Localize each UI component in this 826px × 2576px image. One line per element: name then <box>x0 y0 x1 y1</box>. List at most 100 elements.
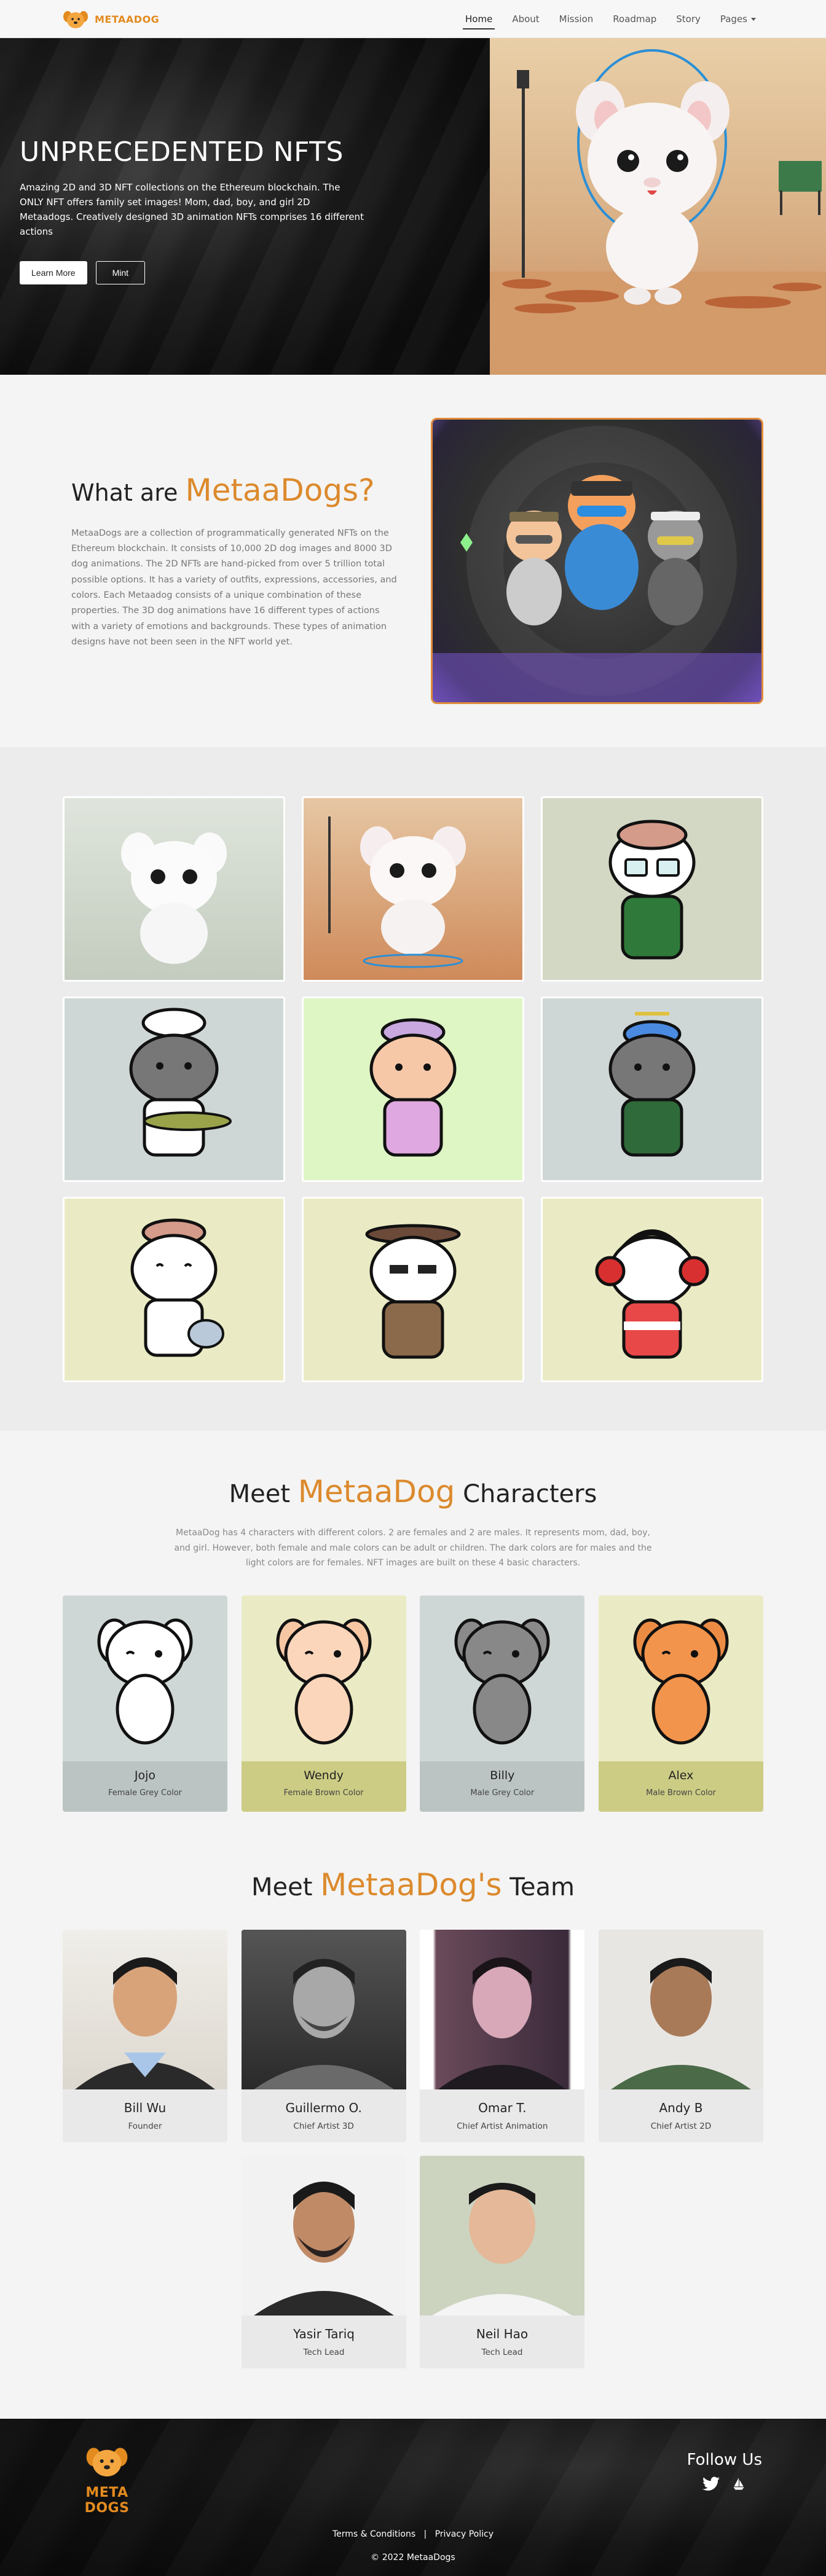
member-role: Tech Lead <box>481 2347 523 2357</box>
nft-2d-dog-glasses-image <box>608 820 696 960</box>
character-subtitle: Male Brown Color <box>646 1788 716 1798</box>
member-name: Omar T. <box>478 2100 527 2115</box>
team-title-prefix: Meet <box>251 1873 313 1901</box>
billy-dog-illustration <box>454 1618 550 1744</box>
member-photo <box>420 1930 585 2089</box>
member-role: Chief Artist 3D <box>293 2121 354 2131</box>
characters-title: Meet MetaaDog Characters <box>0 1474 826 1509</box>
terms-link[interactable]: Terms & Conditions <box>332 2529 415 2539</box>
character-name: Billy <box>490 1768 515 1782</box>
nft-tile[interactable] <box>541 996 763 1182</box>
main-nav: Home About Mission Roadmap Story Pages <box>458 2 763 36</box>
what-are-title: What are MetaaDogs? <box>71 472 404 509</box>
nft-tile[interactable] <box>302 796 524 982</box>
member-role: Chief Artist 2D <box>650 2121 712 2131</box>
character-info: Wendy Female Brown Color <box>241 1761 406 1812</box>
hero-3d-dog-illustration <box>490 49 826 375</box>
nav-story[interactable]: Story <box>669 2 708 36</box>
brand-name: METAADOG <box>95 13 160 25</box>
footer-logo[interactable]: META DOGS <box>64 2443 150 2516</box>
nft-tile[interactable] <box>541 796 763 982</box>
nft-3d-dog-white-image <box>121 832 227 964</box>
team-member-card[interactable]: Neil Hao Tech Lead <box>420 2156 584 2368</box>
nav-pages-dropdown[interactable]: Pages <box>713 2 763 36</box>
hero-content: UNPRECEDENTED NFTS Amazing 2D and 3D NFT… <box>20 136 364 284</box>
characters-grid: Jojo Female Grey Color Wendy Female Brow… <box>63 1595 763 1812</box>
nav-roadmap[interactable]: Roadmap <box>605 2 664 36</box>
characters-title-suffix: Characters <box>463 1480 597 1508</box>
jojo-dog-illustration <box>97 1618 193 1744</box>
nft-2d-dog-chef-image <box>129 1008 232 1157</box>
character-card[interactable]: Jojo Female Grey Color <box>63 1595 227 1812</box>
navbar: METAADOG Home About Mission Roadmap Stor… <box>0 0 826 38</box>
character-subtitle: Female Grey Color <box>108 1788 183 1798</box>
member-name: Yasir Tariq <box>293 2327 355 2341</box>
nft-2d-dog-headphones-image <box>595 1229 709 1359</box>
character-card[interactable]: Billy Male Grey Color <box>420 1595 585 1812</box>
character-image <box>242 1595 406 1761</box>
member-portrait-image <box>253 1959 394 2089</box>
nft-tile[interactable] <box>63 796 285 982</box>
member-name: Guillermo O. <box>285 2100 362 2115</box>
social-icons <box>687 2476 762 2492</box>
twitter-icon[interactable] <box>702 2476 720 2491</box>
hero-description: Amazing 2D and 3D NFT collections on the… <box>20 181 364 237</box>
nft-tile[interactable] <box>302 996 524 1182</box>
member-portrait-image <box>610 1958 751 2089</box>
team-title: Meet MetaaDog's Team <box>0 1867 826 1903</box>
nft-tile[interactable] <box>63 1197 285 1382</box>
team-member-card[interactable]: Guillermo O. Chief Artist 3D <box>241 1930 406 2142</box>
nft-tile[interactable] <box>302 1197 524 1382</box>
learn-more-button[interactable]: Learn More <box>20 260 87 284</box>
member-role: Founder <box>128 2121 162 2131</box>
member-photo <box>598 1930 763 2089</box>
follow-us-title: Follow Us <box>686 2451 762 2469</box>
team-member-card[interactable]: Omar T. Chief Artist Animation <box>420 1930 585 2142</box>
hero-section: UNPRECEDENTED NFTS Amazing 2D and 3D NFT… <box>0 38 826 375</box>
what-are-section: What are MetaaDogs? MetaaDogs are a coll… <box>0 375 826 747</box>
member-portrait-image <box>432 2183 572 2316</box>
nft-tile[interactable] <box>541 1197 763 1382</box>
member-photo <box>420 2156 584 2316</box>
member-portrait-image <box>75 1957 215 2089</box>
character-card[interactable]: Wendy Female Brown Color <box>241 1595 406 1812</box>
member-role: Tech Lead <box>303 2347 345 2357</box>
nav-pages-label: Pages <box>720 14 747 25</box>
what-are-text-block: What are MetaaDogs? MetaaDogs are a coll… <box>63 472 404 651</box>
character-card[interactable]: Alex Male Brown Color <box>598 1595 763 1812</box>
follow-us: Follow Us <box>687 2451 762 2492</box>
opensea-ship-icon[interactable] <box>731 2476 747 2492</box>
brand-link[interactable]: METAADOG <box>63 9 159 29</box>
characters-description: MetaaDog has 4 characters with different… <box>174 1528 652 1568</box>
character-info: Jojo Female Grey Color <box>63 1761 227 1812</box>
mint-button[interactable]: Mint <box>95 260 146 284</box>
character-subtitle: Female Brown Color <box>283 1788 364 1798</box>
hero-title: UNPRECEDENTED NFTS <box>20 136 344 168</box>
team-member-card[interactable]: Bill Wu Founder <box>63 1930 227 2142</box>
privacy-link[interactable]: Privacy Policy <box>435 2529 494 2539</box>
character-info: Alex Male Brown Color <box>598 1761 763 1812</box>
character-name: Wendy <box>304 1768 344 1782</box>
caret-down-icon <box>751 18 756 21</box>
what-are-title-prefix: What are <box>71 479 178 506</box>
nav-mission[interactable]: Mission <box>552 2 601 36</box>
team-grid-row-2: Yasir Tariq Tech Lead Neil Hao Tech Lead <box>63 2156 763 2368</box>
nav-home[interactable]: Home <box>458 2 500 36</box>
nft-tile[interactable] <box>63 996 285 1182</box>
member-name: Neil Hao <box>476 2327 529 2341</box>
member-photo <box>63 1930 227 2089</box>
member-photo <box>241 1930 406 2089</box>
member-role: Chief Artist Animation <box>457 2121 548 2131</box>
member-name: Bill Wu <box>124 2100 167 2115</box>
footer: META DOGS Follow Us Terms & Conditions |… <box>0 2419 826 2576</box>
member-name: Andy B <box>659 2100 703 2115</box>
team-member-card[interactable]: Yasir Tariq Tech Lead <box>242 2156 406 2368</box>
nav-about[interactable]: About <box>505 2 546 36</box>
dog-family-illustration <box>432 426 761 702</box>
footer-logo-text: META DOGS <box>84 2485 130 2516</box>
characters-title-accent: MetaaDog <box>297 1474 455 1509</box>
team-section: Meet MetaaDog's Team Bill Wu Founder Gui… <box>0 1836 826 2419</box>
nft-2d-dog-pink-hat-image <box>369 1018 457 1157</box>
team-member-card[interactable]: Andy B Chief Artist 2D <box>598 1930 763 2142</box>
nft-2d-dog-propeller-cap-image <box>608 1012 696 1157</box>
